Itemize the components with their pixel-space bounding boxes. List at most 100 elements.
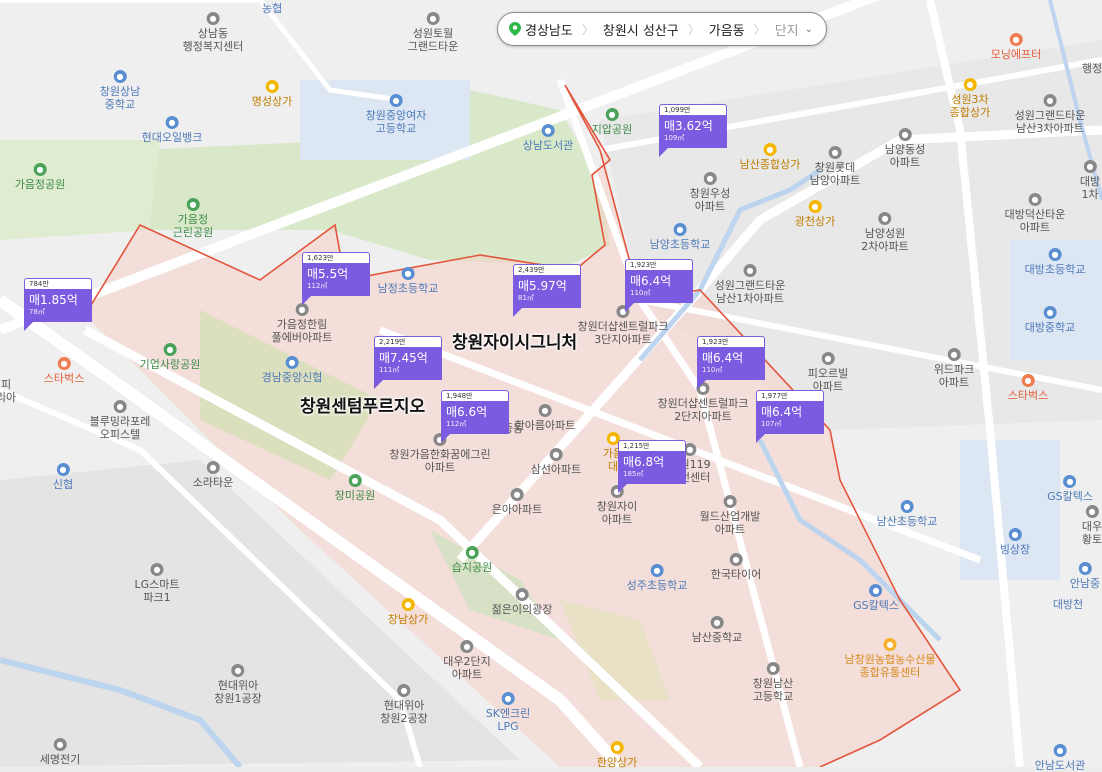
poi-daewoo-apt[interactable]: ● 대우2단지 아파트 (443, 640, 491, 681)
poi-shinhyup[interactable]: ● 신협 (53, 463, 73, 491)
poi-euna-apt[interactable]: ● 은아아파트 (492, 488, 542, 516)
poi-seongwon-towol[interactable]: ● 성원토월 그랜드타운 (408, 12, 458, 53)
poi-hanrim-apt[interactable]: ● 가음정한림 풀에버아파트 (272, 303, 332, 344)
poi-gyeongnam-shinhyup[interactable]: ● 경남중앙신협 (262, 356, 322, 384)
complex-label-signature[interactable]: 창원자이시그니처 (452, 328, 577, 353)
poi-jungang-girls-high[interactable]: ● 창원중앙여자 고등학교 (366, 94, 426, 135)
poi-starbucks-west[interactable]: ● 스타벅스 (44, 357, 84, 385)
factory-icon: ● (53, 738, 67, 751)
poi-gwangcheon-shop[interactable]: ● 광천상가 (795, 200, 835, 228)
poi-gaeumjeong-park[interactable]: ● 가음정공원 (15, 163, 65, 191)
breadcrumb-city[interactable]: 창원시 성산구 (603, 20, 679, 39)
poi-world-apt[interactable]: ● 월드산업개발 아파트 (700, 495, 760, 536)
poi-sora-town[interactable]: ● 소라타운 (193, 461, 233, 489)
apartment-icon: ● (206, 461, 220, 474)
poi-grandtown-namsan-3[interactable]: ● 성원그랜드타운 남산3차아파트 (1015, 94, 1085, 135)
price-marker[interactable]: 1,099만 매3.62억 109㎡ (659, 104, 727, 157)
poi-lg-smartpark[interactable]: ● LG스마트 파크1 (134, 563, 180, 604)
poi-jiap-park[interactable]: ● 지압공원 (592, 108, 632, 136)
price-marker[interactable]: 2,439만 매5.97억 81㎡ (513, 264, 581, 317)
poi-hyundai-oilbank[interactable]: ● 현대오일뱅크 (142, 116, 202, 144)
price-marker[interactable]: 1,623만 매5.5억 112㎡ (302, 252, 370, 305)
poi-gs-caltex-1[interactable]: ● GS칼텍스 (853, 584, 899, 612)
breadcrumb-separator: 〉 (687, 22, 700, 37)
price-marker[interactable]: 2,219만 매7.45억 111㎡ (374, 336, 442, 389)
poi-lotte-namyang[interactable]: ● 창원롯데 남양아파트 (810, 146, 860, 187)
poi-hyundai-wia-2[interactable]: ● 현대위아 창원2공장 (380, 684, 428, 725)
breadcrumb-province[interactable]: 경상남도 (509, 20, 573, 39)
poi-sangnam-office[interactable]: ● 상남동 행정복지센터 (183, 12, 243, 53)
marker-pointer (756, 434, 765, 443)
price-marker[interactable]: 784만 매1.85억 78㎡ (24, 278, 92, 331)
poi-hanareum-apt[interactable]: ● 한아름아파트 (515, 404, 575, 432)
poi-namyang-elementary[interactable]: ● 남양초등학교 (650, 223, 710, 251)
price-marker[interactable]: 1,977만 매6.4억 107㎡ (756, 390, 824, 443)
poi-namjeong-elementary[interactable]: ● 남정초등학교 (378, 267, 438, 295)
poi-annam-middle[interactable]: ● 안남중 (1070, 562, 1100, 590)
marker-area: 109㎡ (664, 134, 685, 142)
poi-seongwon3-shop[interactable]: ● 성원3차 종합상가 (950, 78, 990, 119)
shop-icon: ● (401, 598, 415, 611)
price-marker[interactable]: 1,923만 매6.4억 110㎡ (697, 336, 765, 389)
poi-hankook-tire[interactable]: ● 한국타이어 (711, 553, 761, 581)
marker-price-per-area: 1,215만 (618, 440, 686, 451)
poi-starbucks-east[interactable]: ● 스타벅스 (1008, 374, 1048, 402)
poi-grandtown-namsan-1[interactable]: ● 성원그랜드타운 남산1차아파트 (715, 264, 785, 305)
poi-daebang-1[interactable]: ● 대방 1차 (1080, 160, 1100, 201)
poi-nonghyup-market[interactable]: ● 남창원농협농수산물 종합유통센터 (844, 638, 936, 679)
apartment-icon: ● (1083, 160, 1097, 173)
poi-gaeumjeong-neighborhood-park[interactable]: ● 가음정 근린공원 (173, 198, 213, 239)
poi-morning-after[interactable]: ● 모닝에프터 (991, 33, 1041, 61)
school-icon: ● (401, 267, 415, 280)
poi-corporate-love-park[interactable]: ● 기업사랑공원 (140, 343, 200, 371)
marker-price-per-area: 1,948만 (441, 390, 509, 401)
price-marker[interactable]: 1,215만 매6.8억 185㎡ (618, 440, 686, 493)
poi-daebang-elementary[interactable]: ● 대방초등학교 (1025, 248, 1085, 276)
poi-daebang-deoksan[interactable]: ● 대방덕산타운 아파트 (1005, 193, 1065, 234)
marker-price-per-area: 1,923만 (697, 336, 765, 347)
poi-seongju-elementary[interactable]: ● 성주초등학교 (627, 564, 687, 592)
complex-label-centum[interactable]: 창원센텀푸르지오 (300, 392, 425, 417)
poi-sk-lpg[interactable]: ● SK엔크린 LPG (486, 692, 530, 733)
poi-semyeong[interactable]: ● 세명전기 (40, 738, 80, 766)
poi-hyundai-wia-1[interactable]: ● 현대위아 창원1공장 (214, 664, 262, 705)
poi-woosung-apt[interactable]: ● 창원우성 아파트 (690, 172, 730, 213)
poi-samseon-apt[interactable]: ● 삼선아파트 (531, 448, 581, 476)
poi-namyang-seongwon-2[interactable]: ● 남양성원 2차아파트 (861, 212, 909, 253)
marker-pointer (513, 308, 522, 317)
poi-namyang-dongsung[interactable]: ● 남양동성 아파트 (885, 128, 925, 169)
marker-pointer (441, 434, 450, 443)
building-icon: ● (113, 400, 127, 413)
price-marker[interactable]: 1,923만 매6.4억 110㎡ (625, 259, 693, 312)
poi-changnam-shop[interactable]: ● 창남상가 (388, 598, 428, 626)
apartment-icon: ● (1085, 505, 1099, 518)
gas-station-icon: ● (501, 692, 515, 705)
poi-youth-plaza[interactable]: ● 젊은이의광장 (492, 588, 552, 616)
poi-sangnam-library[interactable]: ● 상남도서관 (523, 124, 573, 152)
poi-namsan-middle[interactable]: ● 남산중학교 (692, 616, 742, 644)
poi-wetland-park[interactable]: ● 습지공원 (452, 546, 492, 574)
gas-station-icon: ● (869, 584, 883, 597)
poi-namsan-shop[interactable]: ● 남산종합상가 (740, 143, 800, 171)
poi-hanyang-shop[interactable]: ● 한양상가 (597, 741, 637, 769)
poi-fiorvil-apt[interactable]: ● 피오르빌 아파트 (808, 352, 848, 393)
poi-jangmi-park[interactable]: ● 장미공원 (335, 474, 375, 502)
marker-pointer (302, 296, 311, 305)
factory-icon: ● (231, 664, 245, 677)
poi-withpark-apt[interactable]: ● 위드파크 아파트 (934, 348, 974, 389)
breadcrumb-district[interactable]: 가음동 (709, 20, 745, 39)
price-marker[interactable]: 1,948만 매6.6억 112㎡ (441, 390, 509, 443)
poi-blooming-officetel[interactable]: ● 블루밍라포레 오피스텔 (90, 400, 150, 441)
park-icon: ● (163, 343, 177, 356)
poi-ice-rink[interactable]: ● 빙상장 (1000, 528, 1030, 556)
poi-namsan-elementary[interactable]: ● 남산초등학교 (877, 500, 937, 528)
breadcrumb-complex-dropdown[interactable]: 단지 ⌄ (775, 20, 813, 39)
poi-gs-caltex-2[interactable]: ● GS칼텍스 (1047, 475, 1093, 503)
poi-namsan-high[interactable]: ● 창원남산 고등학교 (753, 662, 793, 703)
poi-sangnam-middle[interactable]: ● 창원상남 중학교 (100, 70, 140, 111)
poi-daebang-middle[interactable]: ● 대방중학교 (1025, 306, 1075, 334)
poi-annam-library[interactable]: ● 안남도서관 (1035, 744, 1085, 772)
apartment-icon: ● (878, 212, 892, 225)
poi-myeongseong[interactable]: ● 명성상가 (252, 80, 292, 108)
poi-daewoo-hwangto[interactable]: ● 대우 황토 (1082, 505, 1102, 546)
